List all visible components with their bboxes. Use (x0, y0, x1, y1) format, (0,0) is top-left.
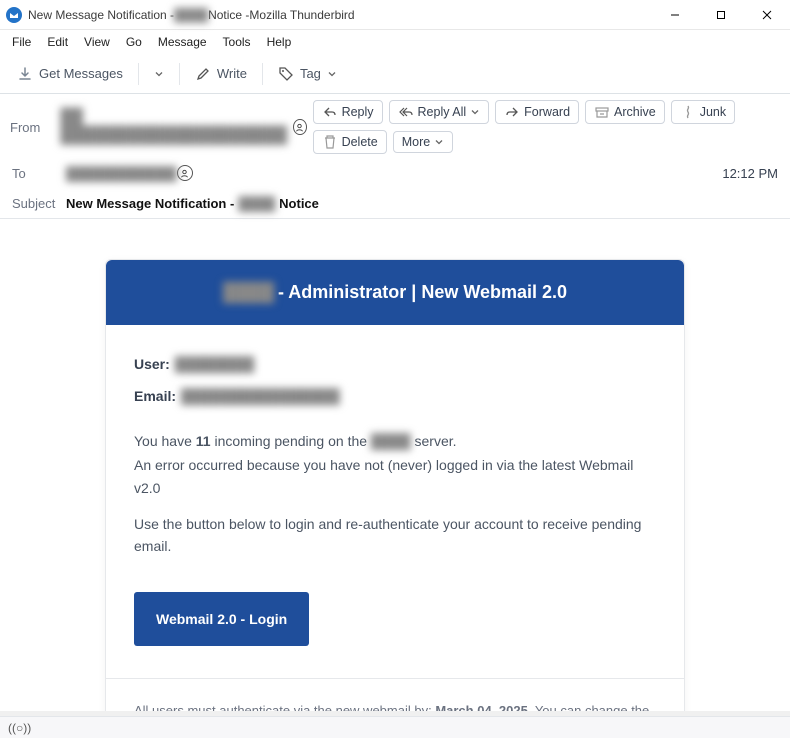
delete-button[interactable]: Delete (313, 130, 387, 154)
email-value: ████████████████ (181, 385, 340, 407)
window-title-redacted: ████ (174, 8, 208, 22)
pending-count: 11 (196, 433, 211, 449)
reply-all-icon (398, 104, 414, 120)
forward-button[interactable]: Forward (495, 100, 579, 124)
email-label: Email: (134, 385, 176, 407)
more-button[interactable]: More (393, 131, 453, 153)
toolbar: Get Messages Write Tag (0, 54, 790, 94)
error-line: An error occurred because you have not (… (134, 454, 656, 499)
get-messages-label: Get Messages (39, 66, 123, 81)
tag-button[interactable]: Tag (269, 61, 346, 87)
tag-label: Tag (300, 66, 321, 81)
received-time: 12:12 PM (722, 166, 778, 181)
reply-label: Reply (342, 105, 374, 119)
subject-prefix: New Message Notification - (66, 196, 234, 211)
user-label: User: (134, 353, 170, 375)
to-label: To (12, 166, 66, 181)
chevron-down-icon (154, 69, 164, 79)
pencil-icon (195, 66, 211, 82)
get-messages-dropdown[interactable] (145, 64, 173, 84)
menu-help[interactable]: Help (259, 32, 300, 52)
statusbar: ((○)) (0, 716, 790, 738)
from-row: From ██ ████████████████████ Reply Reply… (0, 94, 790, 158)
forward-label: Forward (524, 105, 570, 119)
message-body: ████ - Administrator | New Webmail 2.0 U… (0, 219, 790, 711)
deadline-line: All users must authenticate via the new … (134, 701, 656, 711)
minimize-button[interactable] (652, 0, 698, 30)
menu-view[interactable]: View (76, 32, 118, 52)
contact-icon[interactable] (177, 165, 193, 181)
window-title-middle: Notice - (208, 8, 249, 22)
write-button[interactable]: Write (186, 61, 256, 87)
email-content: User: ████████ Email: ████████████████ Y… (106, 325, 684, 678)
server-name-redacted: ████ (371, 433, 411, 449)
titlebar: New Message Notification - ████ Notice -… (0, 0, 790, 30)
menu-file[interactable]: File (4, 32, 39, 52)
subject-suffix: Notice (279, 196, 319, 211)
reply-button[interactable]: Reply (313, 100, 383, 124)
thunderbird-icon (6, 7, 22, 23)
download-icon (17, 66, 33, 82)
archive-label: Archive (614, 105, 656, 119)
menu-tools[interactable]: Tools (215, 32, 259, 52)
deadline-date: March 04, 2025 (435, 703, 528, 711)
message-header: From ██ ████████████████████ Reply Reply… (0, 94, 790, 219)
archive-button[interactable]: Archive (585, 100, 665, 124)
junk-icon (680, 104, 696, 120)
more-label: More (402, 135, 430, 149)
write-label: Write (217, 66, 247, 81)
instruction-line: Use the button below to login and re-aut… (134, 513, 656, 558)
banner-text: - Administrator | New Webmail 2.0 (278, 282, 567, 303)
connection-status-icon[interactable]: ((○)) (8, 721, 31, 735)
menu-go[interactable]: Go (118, 32, 150, 52)
archive-icon (594, 104, 610, 120)
tag-icon (278, 66, 294, 82)
menu-message[interactable]: Message (150, 32, 215, 52)
to-row: To ████████████ 12:12 PM (0, 158, 790, 188)
from-label: From (10, 120, 54, 135)
menubar: File Edit View Go Message Tools Help (0, 30, 790, 54)
get-messages-button[interactable]: Get Messages (8, 61, 132, 87)
user-line: User: ████████ (134, 353, 656, 375)
email-line: Email: ████████████████ (134, 385, 656, 407)
subject-redacted: ████ (238, 196, 275, 211)
to-value[interactable]: ████████████ (66, 166, 177, 181)
trash-icon (322, 134, 338, 150)
delete-label: Delete (342, 135, 378, 149)
chevron-down-icon (434, 137, 444, 147)
subject-label: Subject (12, 196, 66, 211)
email-footer: All users must authenticate via the new … (106, 678, 684, 711)
chevron-down-icon (327, 69, 337, 79)
window-title-app: Mozilla Thunderbird (249, 8, 354, 22)
reply-all-button[interactable]: Reply All (389, 100, 490, 124)
maximize-button[interactable] (698, 0, 744, 30)
reply-icon (322, 104, 338, 120)
email-banner: ████ - Administrator | New Webmail 2.0 (106, 260, 684, 325)
login-button[interactable]: Webmail 2.0 - Login (134, 592, 309, 646)
user-value: ████████ (175, 353, 254, 375)
junk-button[interactable]: Junk (671, 100, 735, 124)
menu-edit[interactable]: Edit (39, 32, 76, 52)
pending-line: You have 11 incoming pending on the ████… (134, 430, 656, 452)
junk-label: Junk (700, 105, 726, 119)
reply-all-label: Reply All (418, 105, 467, 119)
subject-row: Subject New Message Notification - ████ … (0, 188, 790, 218)
close-button[interactable] (744, 0, 790, 30)
email-card: ████ - Administrator | New Webmail 2.0 U… (105, 259, 685, 711)
from-value[interactable]: ██ ████████████████████ (60, 109, 287, 145)
forward-icon (504, 104, 520, 120)
contact-icon[interactable] (293, 119, 307, 135)
banner-redacted: ████ (223, 282, 274, 303)
window-title-prefix: New Message Notification - (28, 8, 174, 22)
chevron-down-icon (470, 107, 480, 117)
